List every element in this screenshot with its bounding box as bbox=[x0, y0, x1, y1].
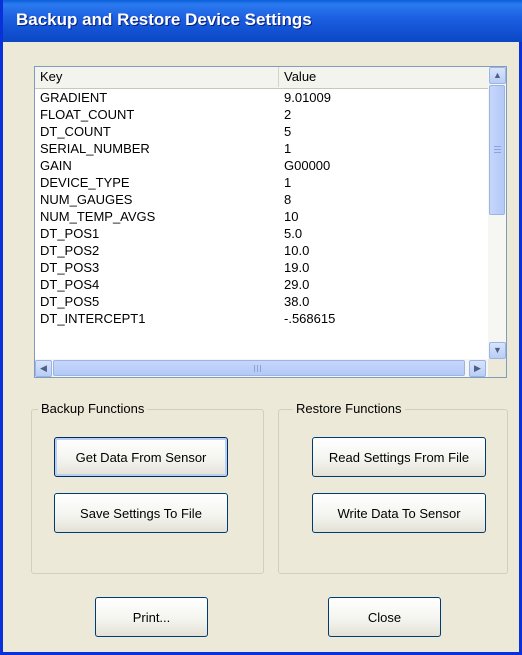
read-settings-from-file-button[interactable]: Read Settings From File bbox=[312, 437, 486, 477]
table-row[interactable]: DEVICE_TYPE 1 bbox=[35, 174, 488, 191]
table-row[interactable]: NUM_TEMP_AVGS 10 bbox=[35, 208, 488, 225]
print-button[interactable]: Print... bbox=[95, 597, 208, 637]
settings-list-view[interactable]: Key Value GRADIENT 9.01009 FLOAT_COUNT 2 DT_… bbox=[34, 66, 507, 378]
table-row[interactable]: FLOAT_COUNT 2 bbox=[35, 106, 488, 123]
title-bar[interactable]: Backup and Restore Device Settings bbox=[3, 0, 522, 42]
dialog-window: Backup and Restore Device Settings Key V… bbox=[0, 0, 522, 655]
row-value: 1 bbox=[284, 175, 292, 190]
close-button[interactable]: Close bbox=[328, 597, 441, 637]
row-value: 8 bbox=[284, 192, 292, 207]
table-row[interactable]: DT_POS3 19.0 bbox=[35, 259, 488, 276]
save-settings-to-file-button[interactable]: Save Settings To File bbox=[54, 493, 228, 533]
row-key: NUM_GAUGES bbox=[40, 192, 133, 207]
row-key: SERIAL_NUMBER bbox=[40, 141, 150, 156]
row-value: 2 bbox=[284, 107, 292, 122]
arrow-up-icon[interactable]: ▲ bbox=[489, 67, 506, 84]
row-value: 10.0 bbox=[284, 243, 310, 258]
table-row[interactable]: DT_POS1 5.0 bbox=[35, 225, 488, 242]
arrow-down-icon[interactable]: ▼ bbox=[489, 342, 506, 359]
row-key: DT_COUNT bbox=[40, 124, 111, 139]
arrow-left-icon[interactable]: ◀ bbox=[35, 360, 52, 377]
row-value: 9.01009 bbox=[284, 90, 331, 105]
column-header-key[interactable]: Key bbox=[35, 67, 279, 87]
table-row[interactable]: GRADIENT 9.01009 bbox=[35, 89, 488, 106]
restore-functions-group: Restore Functions Read Settings From Fil… bbox=[278, 401, 508, 574]
table-row[interactable]: SERIAL_NUMBER 1 bbox=[35, 140, 488, 157]
row-value: 38.0 bbox=[284, 294, 310, 309]
list-header: Key Value bbox=[35, 67, 488, 89]
row-value: G00000 bbox=[284, 158, 331, 173]
row-key: GAIN bbox=[40, 158, 72, 173]
row-key: DT_POS5 bbox=[40, 294, 100, 309]
row-key: DT_POS2 bbox=[40, 243, 100, 258]
row-value: 5.0 bbox=[284, 226, 303, 241]
arrow-right-icon[interactable]: ▶ bbox=[469, 360, 486, 377]
table-row[interactable]: GAIN G00000 bbox=[35, 157, 488, 174]
row-value: -.568615 bbox=[284, 311, 336, 326]
column-header-value[interactable]: Value bbox=[279, 67, 488, 87]
row-value: 19.0 bbox=[284, 260, 310, 275]
row-key: DEVICE_TYPE bbox=[40, 175, 130, 190]
scrollbar-corner bbox=[488, 359, 506, 377]
table-row[interactable]: DT_POS5 38.0 bbox=[35, 293, 488, 310]
row-key: DT_POS1 bbox=[40, 226, 100, 241]
row-key: NUM_TEMP_AVGS bbox=[40, 209, 156, 224]
table-row[interactable]: DT_POS4 29.0 bbox=[35, 276, 488, 293]
window-title: Backup and Restore Device Settings bbox=[16, 10, 312, 29]
backup-group-label: Backup Functions bbox=[38, 401, 148, 416]
get-data-from-sensor-button[interactable]: Get Data From Sensor bbox=[54, 437, 228, 477]
row-key: DT_INTERCEPT1 bbox=[40, 311, 146, 326]
row-key: DT_POS3 bbox=[40, 260, 100, 275]
restore-group-label: Restore Functions bbox=[293, 401, 405, 416]
vertical-scrollbar[interactable]: ▲ ▼ bbox=[488, 67, 506, 359]
row-key: FLOAT_COUNT bbox=[40, 107, 135, 122]
row-key: DT_POS4 bbox=[40, 277, 100, 292]
vertical-scroll-thumb[interactable] bbox=[489, 85, 505, 215]
row-value: 29.0 bbox=[284, 277, 310, 292]
table-row[interactable]: NUM_GAUGES 8 bbox=[35, 191, 488, 208]
row-value: 5 bbox=[284, 124, 292, 139]
backup-functions-group: Backup Functions Get Data From Sensor Sa… bbox=[31, 401, 264, 574]
row-key: GRADIENT bbox=[40, 90, 108, 105]
table-row[interactable]: DT_INTERCEPT1 -.568615 bbox=[35, 310, 488, 327]
table-row[interactable]: DT_POS2 10.0 bbox=[35, 242, 488, 259]
write-data-to-sensor-button[interactable]: Write Data To Sensor bbox=[312, 493, 486, 533]
table-row[interactable]: DT_COUNT 5 bbox=[35, 123, 488, 140]
horizontal-scroll-thumb[interactable] bbox=[53, 360, 465, 376]
row-value: 10 bbox=[284, 209, 299, 224]
row-value: 1 bbox=[284, 141, 292, 156]
horizontal-scrollbar[interactable]: ◀ ▶ bbox=[35, 359, 488, 377]
